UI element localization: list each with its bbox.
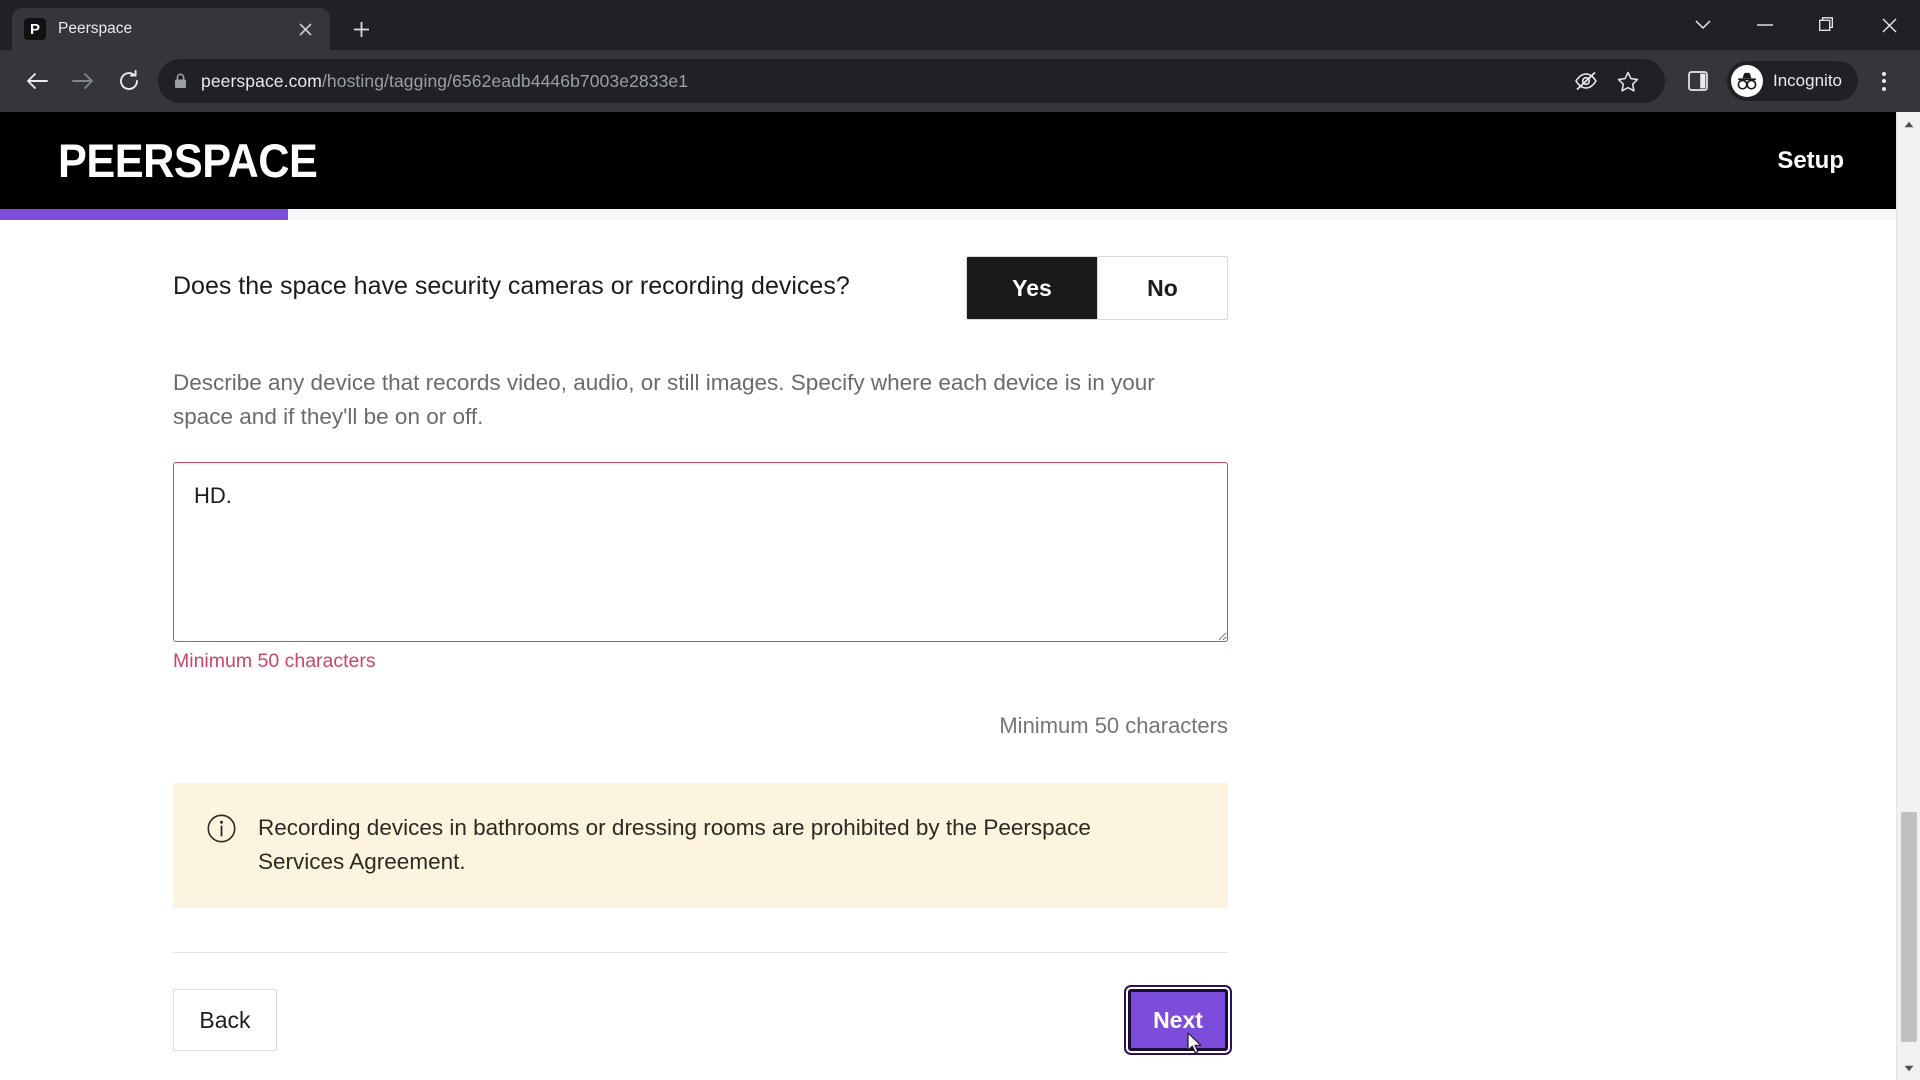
question-row: Does the space have security cameras or … <box>173 256 1228 320</box>
address-bar[interactable]: peerspace.com/hosting/tagging/6562eadb44… <box>158 59 1665 103</box>
page-viewport: PEERSPACE Setup Does the space have secu… <box>0 112 1920 1080</box>
profile-label: Incognito <box>1773 71 1842 90</box>
help-text: Describe any device that records video, … <box>173 370 1155 430</box>
tab-search-chevron-down-icon[interactable] <box>1672 0 1734 50</box>
reload-icon[interactable] <box>106 58 152 104</box>
minimize-icon[interactable] <box>1734 0 1796 50</box>
page-content: Does the space have security cameras or … <box>0 220 1920 1080</box>
tracking-protection-eye-off-icon[interactable] <box>1565 60 1607 102</box>
prohibited-devices-notice: Recording devices in bathrooms or dressi… <box>173 783 1228 909</box>
browser-menu-icon[interactable] <box>1862 59 1906 103</box>
next-button[interactable]: Next <box>1128 989 1228 1052</box>
character-minimum-hint: Minimum 50 characters <box>999 713 1228 739</box>
side-panel-icon[interactable] <box>1675 58 1721 104</box>
site-header: PEERSPACE Setup <box>0 112 1920 209</box>
close-window-icon[interactable] <box>1858 0 1920 50</box>
forward-navigation-icon[interactable] <box>60 58 106 104</box>
tab-strip: P Peerspace <box>0 0 1920 50</box>
browser-tab-peerspace[interactable]: P Peerspace <box>12 8 330 50</box>
page-scrollbar[interactable] <box>1896 112 1920 1080</box>
setup-progress-fill <box>0 209 288 220</box>
toggle-option-yes[interactable]: Yes <box>967 257 1097 319</box>
setup-progress-bar <box>0 209 1920 220</box>
recording-devices-textarea[interactable] <box>173 462 1228 643</box>
toggle-option-no[interactable]: No <box>1097 257 1227 319</box>
question-label: Does the space have security cameras or … <box>173 272 850 300</box>
new-tab-icon[interactable] <box>344 12 378 46</box>
peerspace-logo[interactable]: PEERSPACE <box>58 137 318 184</box>
notice-text: Recording devices in bathrooms or dressi… <box>258 815 1091 874</box>
validation-error-message: Minimum 50 characters <box>173 650 376 673</box>
toolbar-right: Incognito <box>1675 58 1906 104</box>
peerspace-favicon-icon: P <box>24 18 46 40</box>
browser-window: P Peerspace peerspace.com/hosting/taggin… <box>0 0 1920 1080</box>
omnibox-actions <box>1553 60 1649 102</box>
bookmark-star-icon[interactable] <box>1607 60 1649 102</box>
window-controls <box>1672 0 1920 50</box>
back-button[interactable]: Back <box>173 989 277 1052</box>
url-path: /hosting/tagging/6562eadb4446b7003e2833e… <box>321 70 689 91</box>
scroll-up-arrow-icon[interactable] <box>1897 112 1920 136</box>
kebab-dot <box>1882 79 1886 83</box>
lock-icon <box>174 73 187 89</box>
answer-field-wrap: Minimum 50 characters <box>173 462 1228 673</box>
scroll-down-arrow-icon[interactable] <box>1897 1056 1920 1080</box>
form-container: Does the space have security cameras or … <box>173 220 1228 1052</box>
browser-toolbar: peerspace.com/hosting/tagging/6562eadb44… <box>0 50 1920 112</box>
yes-no-toggle: Yes No <box>966 256 1228 320</box>
close-tab-icon[interactable] <box>292 16 318 42</box>
kebab-dot <box>1882 86 1886 91</box>
favicon-letter: P <box>29 20 40 38</box>
actions-divider <box>173 952 1228 954</box>
restore-icon[interactable] <box>1796 0 1858 50</box>
scrollbar-thumb[interactable] <box>1901 812 1917 1042</box>
incognito-icon <box>1731 65 1763 97</box>
tab-title: Peerspace <box>58 20 133 37</box>
form-actions: Back Next <box>173 989 1228 1052</box>
url-text: peerspace.com/hosting/tagging/6562eadb44… <box>201 71 688 92</box>
back-navigation-icon[interactable] <box>14 58 60 104</box>
info-circle-icon <box>207 814 236 848</box>
url-domain: peerspace.com <box>201 70 322 91</box>
profile-incognito-pill[interactable]: Incognito <box>1727 61 1858 101</box>
setup-section-label: Setup <box>1777 146 1844 174</box>
kebab-dot <box>1882 71 1886 76</box>
